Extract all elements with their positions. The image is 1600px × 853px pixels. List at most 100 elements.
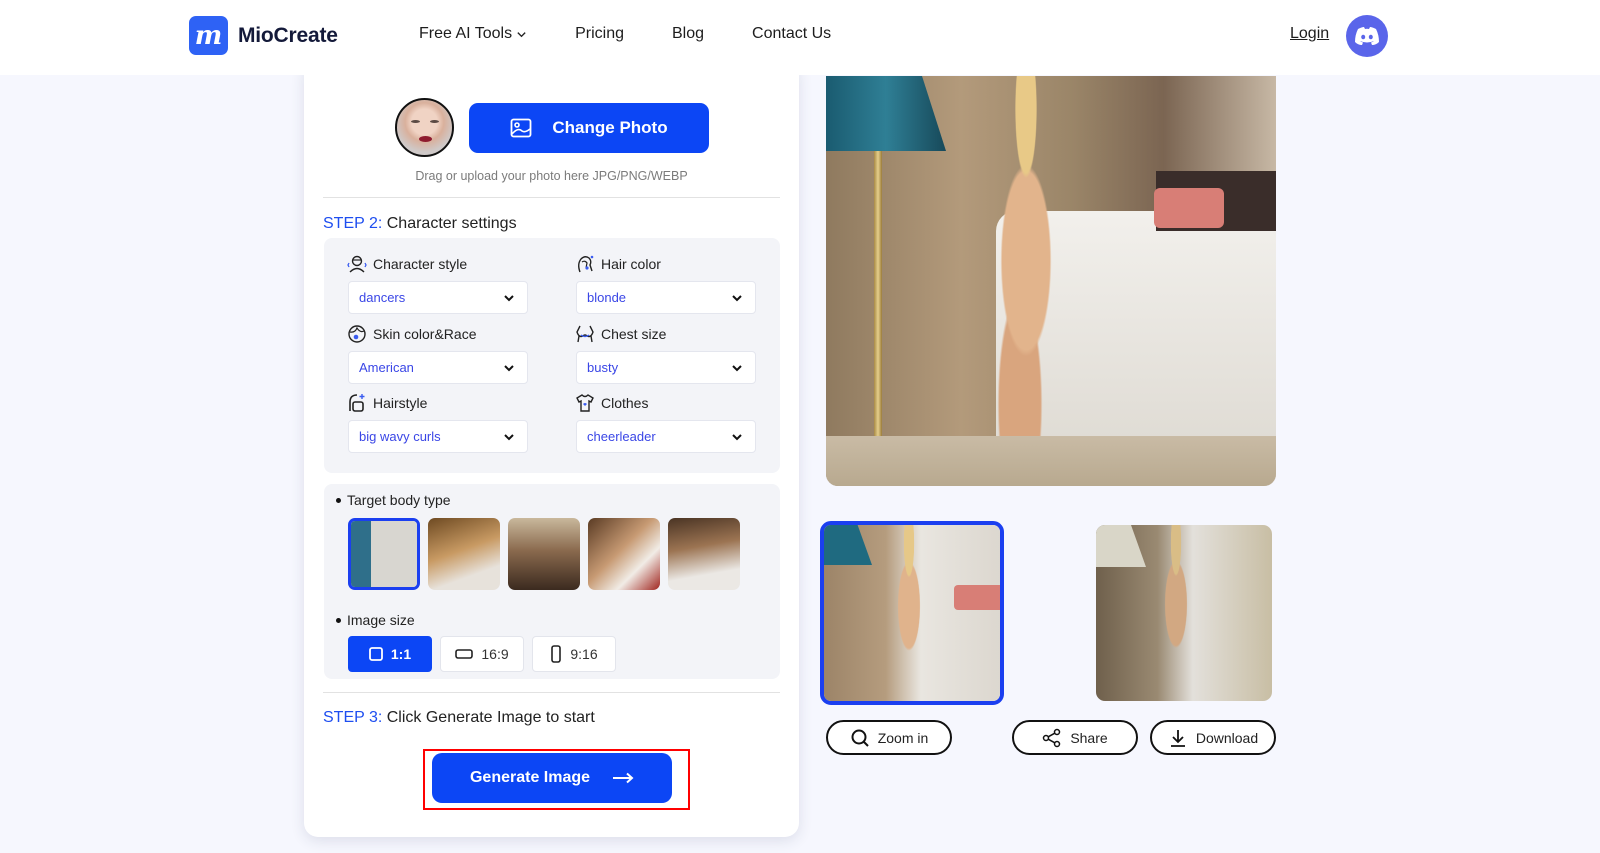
hairstyle-label: Hairstyle — [347, 393, 427, 413]
thumbnail-image — [588, 518, 660, 590]
floor — [826, 436, 1276, 486]
nav-contact-us[interactable]: Contact Us — [752, 25, 831, 43]
chevron-down-icon — [504, 433, 514, 440]
zoom-in-label: Zoom in — [877, 729, 929, 746]
discord-icon — [1355, 27, 1379, 45]
field-label-text: Skin color&Race — [373, 326, 477, 342]
lamp-pole — [874, 151, 882, 461]
select-value: busty — [587, 360, 619, 375]
body-type-option-1[interactable] — [348, 518, 420, 590]
portrait-icon — [551, 645, 562, 663]
field-label-text: Clothes — [601, 395, 649, 411]
login-link[interactable]: Login — [1290, 25, 1329, 43]
image-size-label: Image size — [336, 612, 415, 628]
nav-label: Blog — [672, 25, 705, 42]
character-style-icon — [347, 255, 367, 273]
download-icon — [1170, 729, 1185, 747]
download-button[interactable]: Download — [1150, 720, 1276, 755]
avatar-eye — [411, 120, 420, 123]
nav-label: Pricing — [575, 25, 624, 42]
chest-size-label: Chest size — [575, 324, 666, 344]
pillow — [1154, 188, 1224, 228]
search-icon — [851, 729, 869, 747]
divider — [323, 197, 780, 198]
clothes-select[interactable]: cheerleader — [576, 420, 756, 453]
landscape-icon — [455, 649, 474, 659]
chevron-down-icon — [732, 364, 742, 371]
arrow-right-icon — [613, 772, 634, 784]
select-value: big wavy curls — [359, 429, 441, 444]
step-number: STEP 2: — [323, 215, 383, 232]
brand-logo[interactable]: m MioCreate — [189, 16, 338, 55]
body-type-option-3[interactable] — [508, 518, 580, 590]
body-type-option-4[interactable] — [588, 518, 660, 590]
size-9-16-button[interactable]: 9:16 — [532, 636, 616, 672]
chevron-down-icon — [504, 364, 514, 371]
size-16-9-button[interactable]: 16:9 — [440, 636, 524, 672]
step2-heading: STEP 2: Character settings — [323, 215, 517, 233]
character-style-select[interactable]: dancers — [348, 281, 528, 314]
zoom-in-button[interactable]: Zoom in — [826, 720, 952, 755]
generated-image — [826, 76, 1276, 486]
model-figure — [884, 525, 934, 701]
avatar-eye — [430, 120, 439, 123]
step-title: Character settings — [382, 215, 517, 232]
uploaded-photo-avatar[interactable] — [395, 98, 454, 157]
hair-color-icon — [578, 255, 594, 273]
select-value: American — [359, 360, 414, 375]
select-value: dancers — [359, 290, 406, 305]
brand-name: MioCreate — [238, 23, 338, 47]
target-body-type-label: Target body type — [336, 492, 451, 508]
nav-pricing[interactable]: Pricing — [575, 25, 624, 43]
step-number: STEP 3: — [323, 709, 383, 726]
size-label: 9:16 — [570, 646, 598, 662]
field-label-text: Chest size — [601, 326, 667, 342]
skin-color-icon — [348, 325, 366, 343]
skin-color-select[interactable]: American — [348, 351, 528, 384]
share-label: Share — [1070, 729, 1108, 746]
hair-color-select[interactable]: blonde — [576, 281, 756, 314]
discord-button[interactable] — [1346, 15, 1388, 57]
nav-free-ai-tools[interactable]: Free AI Tools — [419, 25, 527, 43]
field-label-text: Character style — [373, 256, 468, 272]
select-value: blonde — [587, 290, 627, 305]
upload-hint: Drag or upload your photo here JPG/PNG/W… — [415, 169, 688, 183]
top-nav-bar: m MioCreate Free AI Tools Pricing Blog C… — [0, 0, 1600, 75]
generate-image-button[interactable]: Generate Image — [432, 753, 672, 803]
field-label-text: Hair color — [601, 256, 661, 272]
hairstyle-select[interactable]: big wavy curls — [348, 420, 528, 453]
field-label-text: Hairstyle — [373, 395, 428, 411]
chest-size-icon — [576, 325, 594, 343]
share-button[interactable]: Share — [1012, 720, 1138, 755]
body-type-option-5[interactable] — [668, 518, 740, 590]
chest-size-select[interactable]: busty — [576, 351, 756, 384]
download-label: Download — [1195, 729, 1259, 746]
model-figure — [966, 76, 1086, 486]
step-title: Click Generate Image to start — [382, 709, 595, 726]
logo-mark-icon: m — [189, 16, 228, 55]
nav-label: Free AI Tools — [419, 25, 513, 42]
change-photo-label: Change Photo — [552, 118, 668, 137]
preview-image-1[interactable] — [820, 521, 1004, 705]
generate-label: Generate Image — [469, 769, 591, 786]
hair-color-label: Hair color — [575, 254, 661, 274]
size-1-1-button[interactable]: 1:1 — [348, 636, 432, 672]
share-icon — [1043, 728, 1061, 747]
image-icon — [510, 118, 532, 138]
step3-heading: STEP 3: Click Generate Image to start — [323, 709, 595, 727]
chevron-down-icon — [732, 294, 742, 301]
character-style-label: Character style — [347, 254, 467, 274]
thumbnail-image — [428, 518, 500, 590]
model-figure — [1151, 525, 1201, 701]
change-photo-button[interactable]: Change Photo — [469, 103, 709, 153]
select-value: cheerleader — [587, 429, 656, 444]
size-label: 16:9 — [481, 646, 509, 662]
skin-color-label: Skin color&Race — [347, 324, 477, 344]
body-type-option-2[interactable] — [428, 518, 500, 590]
avatar-lips — [419, 136, 432, 142]
nav-blog[interactable]: Blog — [672, 25, 704, 43]
preview-image-2[interactable] — [1096, 525, 1272, 701]
thumbnail-image — [508, 518, 580, 590]
clothes-label: Clothes — [575, 393, 648, 413]
chevron-down-icon — [504, 294, 514, 301]
